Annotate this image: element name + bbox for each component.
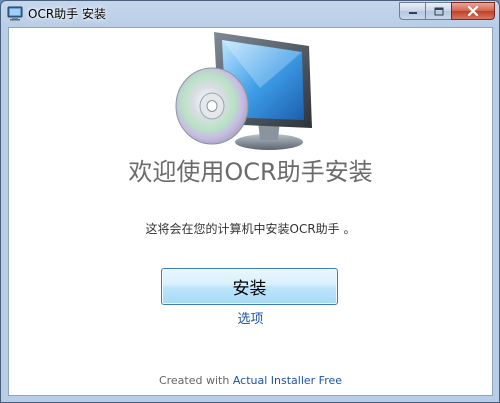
close-icon — [467, 6, 479, 16]
installer-window: OCR助手 安装 欢迎使用OCR助手安装 这将会在您的计算机中安装OCR助手 。… — [0, 0, 500, 403]
computer-cd-icon — [175, 32, 312, 150]
footer-prefix: Created with — [158, 374, 233, 387]
title-bar[interactable]: OCR助手 安装 — [1, 1, 499, 27]
footer-credit: Created with Actual Installer Free — [9, 374, 492, 388]
minimize-button[interactable] — [399, 2, 425, 20]
install-description: 这将会在您的计算机中安装OCR助手 。 — [145, 222, 356, 236]
caption-buttons — [399, 2, 495, 20]
window-title: OCR助手 安装 — [28, 7, 106, 21]
maximize-icon — [434, 7, 443, 15]
minimize-icon — [408, 12, 417, 14]
installer-icon — [7, 6, 23, 21]
install-button[interactable]: 安装 — [161, 268, 338, 305]
welcome-title: 欢迎使用OCR助手安装 — [128, 158, 373, 186]
actual-installer-link[interactable]: Actual Installer Free — [233, 374, 342, 387]
installer-content: 欢迎使用OCR助手安装 这将会在您的计算机中安装OCR助手 。 安装 选项 Cr… — [8, 27, 493, 396]
close-button[interactable] — [451, 2, 495, 20]
options-link[interactable]: 选项 — [9, 312, 492, 328]
maximize-button[interactable] — [425, 2, 451, 20]
install-button-label: 安装 — [232, 279, 267, 299]
